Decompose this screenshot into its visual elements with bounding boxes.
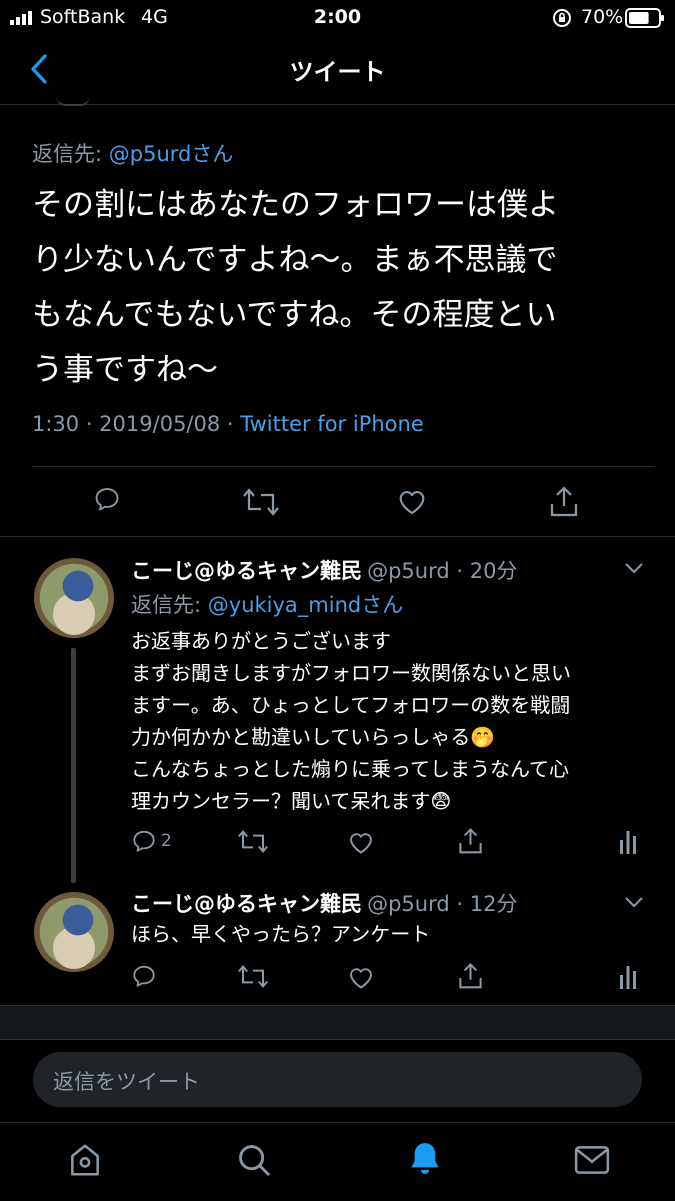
tweet-text-line: こんなちょっとした煽りに乗ってしまうなんて心 [131, 757, 569, 781]
tweet-text-line: まずお聞きしますがフォロワー数関係ないと思い [131, 661, 571, 685]
reply1-retweet-button[interactable] [238, 829, 268, 854]
battery-icon [625, 8, 665, 28]
reply2-analytics-button[interactable] [619, 963, 637, 989]
retweet-icon [238, 964, 268, 989]
share-icon [459, 828, 482, 854]
home-icon [71, 1144, 99, 1176]
main-tweet-reply-context: 返信先: @p5urdさん [32, 138, 233, 168]
reply-prefix: 返信先: [131, 593, 208, 617]
tweet-text-line: 力か何かかと勘違いしていらっしゃる🤭 [131, 725, 496, 749]
reply1-reply-context: 返信先: @yukiya_mindさん [131, 589, 403, 619]
reply1-analytics-button[interactable] [619, 828, 637, 854]
timeline-footer [0, 1005, 675, 1040]
heart-icon [350, 968, 372, 989]
nav-bar: ツイート [0, 36, 675, 105]
chevron-down-icon [625, 897, 643, 908]
analytics-icon [620, 831, 636, 854]
previous-avatar-edge [56, 96, 90, 106]
clock: 2:00 [313, 6, 362, 28]
tweet-meta: 1:30 · 2019/05/08 · Twitter for iPhone [32, 412, 424, 436]
retweet-button[interactable] [243, 487, 279, 517]
battery-percent: 70% [581, 6, 624, 28]
reply-icon [133, 830, 155, 852]
tab-search[interactable] [235, 1141, 273, 1179]
status-bar: SoftBank 4G 2:00 70% [0, 0, 675, 36]
tweet-text-line: その割にはあなたのフォロワーは僕よ [32, 187, 559, 223]
reply-icon [95, 488, 119, 511]
share-button[interactable] [548, 484, 580, 518]
tab-bar [0, 1122, 675, 1201]
reply-to-link[interactable]: @p5urdさん [109, 142, 234, 166]
retweet-icon [243, 488, 279, 516]
share-icon [459, 963, 482, 989]
tab-messages[interactable] [573, 1143, 611, 1177]
tweet-source-link[interactable]: Twitter for iPhone [240, 412, 424, 436]
reply1-text: お返事ありがとうございます まずお聞きしますがフォロワー数関係ないと思い ますー… [131, 625, 671, 817]
divider [32, 466, 655, 467]
reply-to-link[interactable]: @yukiya_mindさん [208, 593, 403, 617]
heart-icon [350, 833, 372, 854]
tab-home[interactable] [66, 1141, 104, 1179]
search-icon [239, 1145, 270, 1176]
reply2-like-button[interactable] [347, 964, 375, 990]
tweet-text-line: お返事ありがとうございます [131, 629, 391, 653]
tweet-text-line: もなんでもないですね。その程度とい [32, 297, 557, 333]
notifications-icon [411, 1143, 439, 1174]
rotation-lock-icon [551, 7, 573, 29]
reply-icon [133, 965, 155, 987]
page-title: ツイート [289, 58, 386, 86]
handle-time: @p5urd · 20分 [367, 559, 518, 583]
share-icon [550, 486, 578, 517]
reply1-share-button[interactable] [457, 826, 484, 855]
handle-time: @p5urd · 12分 [367, 892, 518, 916]
reply-count: 2 [161, 831, 172, 851]
avatar[interactable] [34, 558, 114, 638]
messages-icon [574, 1146, 610, 1174]
reply-prefix: 返信先: [32, 142, 109, 166]
reply2-reply-button[interactable] [131, 963, 157, 989]
reply1-like-button[interactable] [347, 829, 375, 855]
avatar[interactable] [34, 892, 114, 972]
tweet-menu-button[interactable] [623, 894, 645, 910]
reply-button[interactable] [93, 485, 121, 513]
reply1-header: こーじ@ゆるキャン難民 @p5urd · 20分 [131, 555, 517, 585]
like-button[interactable] [396, 486, 428, 516]
display-name[interactable]: こーじ@ゆるキャン難民 [131, 559, 362, 583]
tweet-text-line: 理カウンセラー？聞いて呆れます😨 [131, 789, 452, 813]
display-name[interactable]: こーじ@ゆるキャン難民 [131, 892, 362, 916]
main-tweet-text: その割にはあなたのフォロワーは僕よ り少ないんですよね〜。まぁ不思議で もなんで… [32, 178, 672, 398]
retweet-icon [238, 829, 268, 854]
thread-line [71, 648, 76, 883]
heart-icon [399, 491, 425, 515]
reply-input-placeholder: 返信をツイート [53, 1070, 200, 1094]
tweet-timestamp: 1:30 · 2019/05/08 · [32, 412, 241, 436]
tweet-text-line: り少ないんですよね〜。まぁ不思議で [32, 242, 558, 278]
divider [0, 536, 675, 537]
reply2-share-button[interactable] [457, 961, 484, 990]
chevron-down-icon [625, 563, 643, 574]
tweet-menu-button[interactable] [623, 560, 645, 576]
tweet-text-line: う事ですね〜 [32, 352, 218, 388]
reply-input[interactable]: 返信をツイート [33, 1052, 642, 1107]
reply2-retweet-button[interactable] [238, 964, 268, 989]
tab-notifications[interactable] [405, 1139, 445, 1179]
analytics-icon [620, 966, 636, 989]
reply1-reply-button[interactable]: 2 [131, 828, 172, 854]
reply2-header: こーじ@ゆるキャン難民 @p5urd · 12分 [131, 888, 517, 918]
reply2-text: ほら、早くやったら？アンケート [131, 922, 431, 946]
tweet-text-line: ますー。あ、ひょっとしてフォロワーの数を戦闘 [131, 693, 571, 717]
